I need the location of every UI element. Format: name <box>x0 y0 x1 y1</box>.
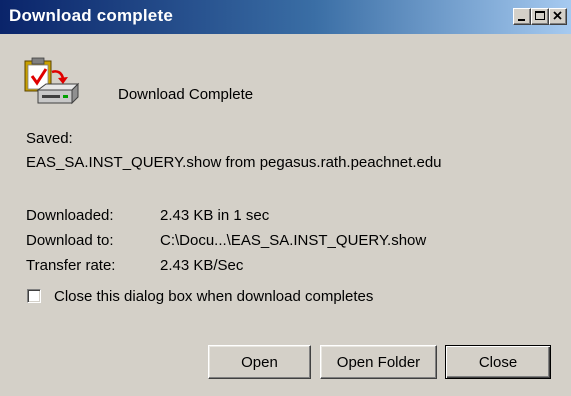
close-button[interactable]: Close <box>445 345 551 379</box>
open-button[interactable]: Open <box>208 345 311 379</box>
transfer-rate-label: Transfer rate: <box>26 257 116 274</box>
download-to-label: Download to: <box>26 232 114 249</box>
window-title: Download complete <box>9 6 173 25</box>
minimize-button[interactable] <box>513 8 531 25</box>
minimize-icon <box>518 19 525 21</box>
saved-file-text: EAS_SA.INST_QUERY.show from pegasus.rath… <box>26 154 442 171</box>
open-folder-button[interactable]: Open Folder <box>320 345 437 379</box>
maximize-button[interactable] <box>531 8 549 25</box>
download-to-value: C:\Docu...\EAS_SA.INST_QUERY.show <box>160 232 427 249</box>
title-bar[interactable]: Download complete <box>0 0 571 34</box>
downloaded-value: 2.43 KB in 1 sec <box>160 207 270 224</box>
download-complete-heading: Download Complete <box>118 86 254 103</box>
close-when-complete-checkbox[interactable] <box>27 289 41 303</box>
download-complete-icon <box>24 57 80 105</box>
close-when-complete-label[interactable]: Close this dialog box when download comp… <box>54 288 373 305</box>
downloaded-label: Downloaded: <box>26 207 114 224</box>
close-window-button[interactable] <box>549 8 567 25</box>
maximize-icon <box>535 11 545 20</box>
transfer-rate-value: 2.43 KB/Sec <box>160 257 244 274</box>
close-icon <box>553 11 562 20</box>
saved-label: Saved: <box>26 130 73 147</box>
